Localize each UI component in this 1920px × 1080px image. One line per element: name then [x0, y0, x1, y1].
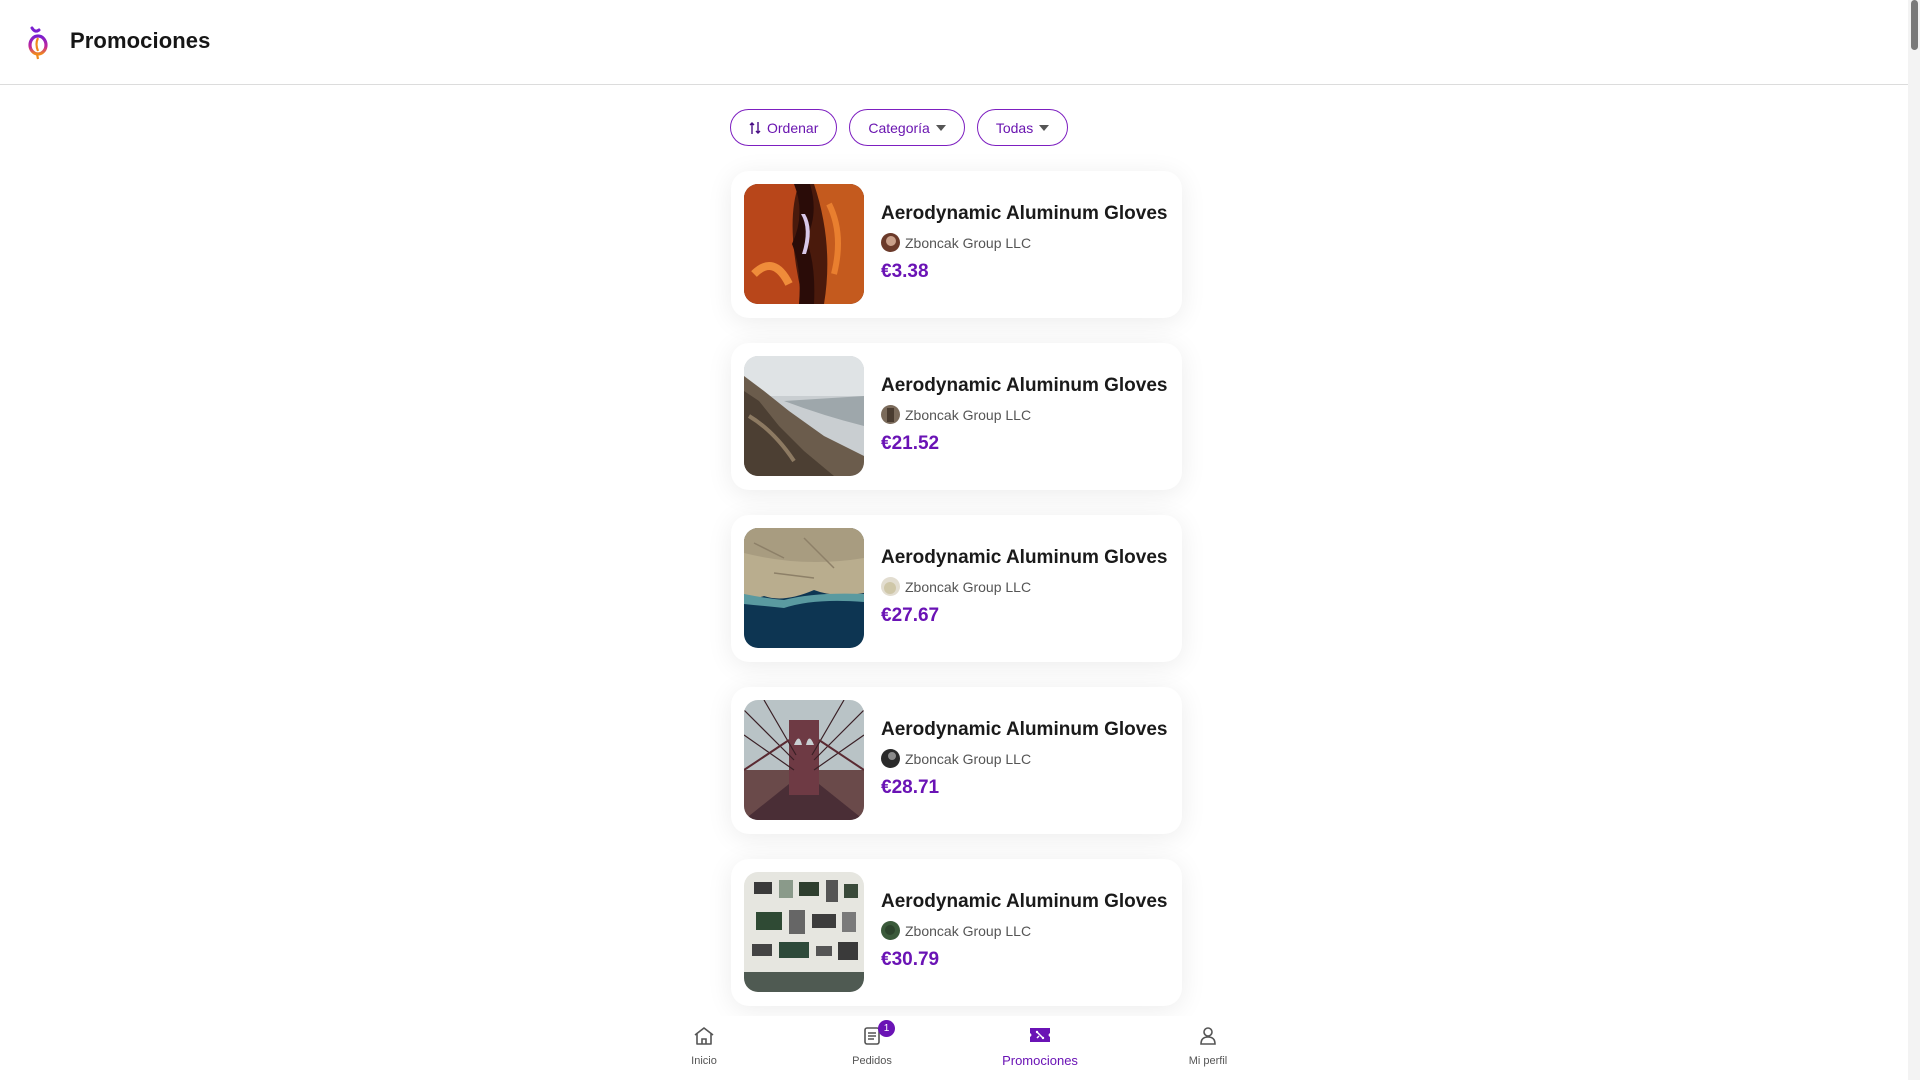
merchant: Zboncak Group LLC	[881, 405, 1031, 424]
nav-promotions-label: Promociones	[1002, 1053, 1078, 1068]
product-image	[744, 356, 864, 476]
merchant: Zboncak Group LLC	[881, 233, 1031, 252]
promotion-title: Aerodynamic Aluminum Gloves	[881, 891, 1168, 912]
promotion-price: €28.71	[881, 777, 940, 798]
category-label: Categoría	[868, 119, 930, 136]
merchant-name: Zboncak Group LLC	[905, 750, 1032, 767]
filter-bar: Ordenar Categoría Todas	[730, 109, 1069, 146]
merchant-avatar	[881, 921, 900, 940]
app-logo-icon	[26, 24, 50, 60]
product-image	[744, 528, 864, 648]
promotion-title: Aerodynamic Aluminum Gloves	[881, 547, 1168, 568]
merchant-name: Zboncak Group LLC	[905, 234, 1032, 251]
nav-promotions[interactable]: Promociones	[990, 1026, 1090, 1068]
sort-icon	[749, 121, 761, 135]
ticket-icon	[1028, 1026, 1052, 1049]
product-image	[744, 872, 864, 992]
promotion-title: Aerodynamic Aluminum Gloves	[881, 203, 1168, 224]
merchant: Zboncak Group LLC	[881, 749, 1031, 768]
merchant-name: Zboncak Group LLC	[905, 406, 1032, 423]
merchant-name: Zboncak Group LLC	[905, 578, 1032, 595]
sort-label: Ordenar	[767, 119, 819, 136]
merchant: Zboncak Group LLC	[881, 577, 1031, 596]
nav-orders[interactable]: 1 Pedidos	[822, 1020, 922, 1067]
bottom-navigation: Inicio 1 Pedidos Promociones Mi perfil	[640, 1016, 1308, 1080]
promotion-price: €21.52	[881, 433, 940, 454]
promotion-title: Aerodynamic Aluminum Gloves	[881, 375, 1168, 396]
home-icon	[693, 1026, 715, 1051]
nav-profile-label: Mi perfil	[1188, 1055, 1228, 1067]
merchant-name: Zboncak Group LLC	[905, 922, 1032, 939]
scrollbar-track[interactable]	[1908, 0, 1920, 1080]
nav-orders-label: Pedidos	[852, 1055, 892, 1067]
merchant-avatar	[881, 749, 900, 768]
promotions-list: Aerodynamic Aluminum Gloves Zboncak Grou…	[731, 171, 1182, 1031]
sort-button[interactable]: Ordenar	[730, 109, 838, 146]
promotion-price: €3.38	[881, 261, 929, 282]
promotion-card[interactable]: Aerodynamic Aluminum Gloves Zboncak Grou…	[731, 343, 1182, 490]
nav-profile[interactable]: Mi perfil	[1158, 1026, 1258, 1067]
page-title: Promociones	[70, 28, 211, 53]
category-dropdown[interactable]: Categoría	[849, 109, 965, 146]
scope-label: Todas	[995, 119, 1034, 136]
caret-down-icon	[935, 124, 946, 131]
promotion-card[interactable]: Aerodynamic Aluminum Gloves Zboncak Grou…	[731, 515, 1182, 662]
merchant-avatar	[881, 405, 900, 424]
user-icon	[1198, 1026, 1218, 1051]
caret-down-icon	[1039, 124, 1050, 131]
orders-badge: 1	[878, 1020, 895, 1037]
merchant-avatar	[881, 233, 900, 252]
promotion-title: Aerodynamic Aluminum Gloves	[881, 719, 1168, 740]
product-image	[744, 700, 864, 820]
promotion-card[interactable]: Aerodynamic Aluminum Gloves Zboncak Grou…	[731, 859, 1182, 1006]
promotion-price: €30.79	[881, 949, 940, 970]
promotion-price: €27.67	[881, 605, 940, 626]
product-image	[744, 184, 864, 304]
nav-home[interactable]: Inicio	[654, 1026, 754, 1067]
app-header: Promociones	[0, 0, 1908, 85]
scope-dropdown[interactable]: Todas	[976, 109, 1069, 146]
merchant: Zboncak Group LLC	[881, 921, 1031, 940]
merchant-avatar	[881, 577, 900, 596]
promotion-card[interactable]: Aerodynamic Aluminum Gloves Zboncak Grou…	[731, 171, 1182, 318]
promotion-card[interactable]: Aerodynamic Aluminum Gloves Zboncak Grou…	[731, 687, 1182, 834]
nav-home-label: Inicio	[691, 1055, 717, 1067]
scrollbar-thumb[interactable]	[1911, 0, 1918, 50]
